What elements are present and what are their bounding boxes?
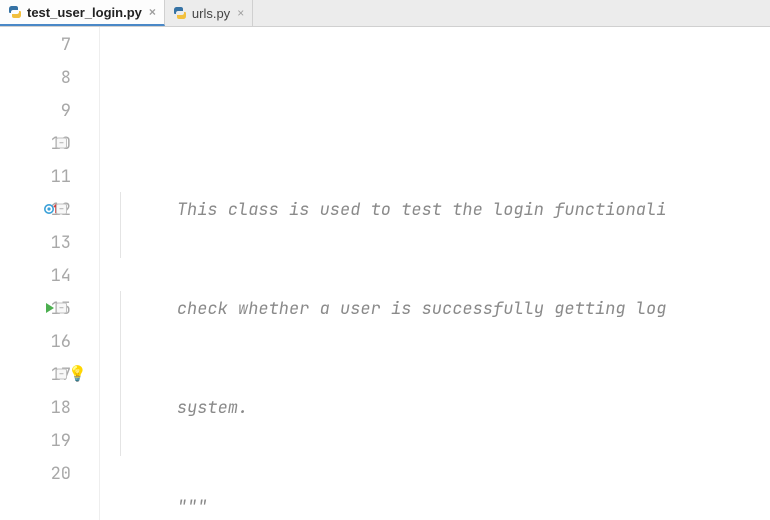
code-line: check whether a user is successfully get… (136, 293, 770, 326)
line-number: 19 (0, 423, 71, 456)
line-number: 16 (0, 324, 71, 357)
tab-urls[interactable]: urls.py × (165, 0, 253, 26)
line-number: 8 (0, 60, 71, 93)
python-file-icon (8, 5, 22, 19)
fold-icon[interactable]: – (56, 137, 67, 148)
code-line: system. (136, 392, 770, 425)
tab-bar: test_user_login.py × urls.py × (0, 0, 770, 27)
line-number: 12 – (0, 192, 71, 225)
code-line: This class is used to test the login fun… (136, 194, 770, 227)
fold-icon[interactable]: – (56, 368, 67, 379)
line-number: 15 – (0, 291, 71, 324)
gutter: 7 8 9 10 – 11 12 – 13 14 15 – 16 17 – 💡 … (0, 27, 100, 520)
line-number: 7 (0, 27, 71, 60)
tab-label: test_user_login.py (27, 5, 142, 20)
line-number: 20 (0, 456, 71, 489)
run-test-icon[interactable] (44, 302, 56, 314)
line-number: 11 (0, 159, 71, 192)
close-icon[interactable]: × (235, 7, 246, 19)
line-number: 10 – (0, 126, 71, 159)
python-file-icon (173, 6, 187, 20)
line-number: 17 – 💡 (0, 357, 71, 390)
tab-label: urls.py (192, 6, 230, 21)
indent-guide (120, 291, 121, 456)
tab-test-user-login[interactable]: test_user_login.py × (0, 0, 165, 26)
fold-icon[interactable]: – (56, 203, 67, 214)
line-number: 9 (0, 93, 71, 126)
line-number: 13 (0, 225, 71, 258)
code-area[interactable]: This class is used to test the login fun… (100, 27, 770, 520)
close-icon[interactable]: × (147, 6, 158, 18)
intention-bulb-icon[interactable]: 💡 (68, 357, 87, 390)
code-editor[interactable]: 7 8 9 10 – 11 12 – 13 14 15 – 16 17 – 💡 … (0, 27, 770, 520)
fold-icon[interactable]: – (56, 302, 67, 313)
code-line: """ (136, 491, 770, 520)
line-number: 18 (0, 390, 71, 423)
line-number: 14 (0, 258, 71, 291)
indent-guide (120, 192, 121, 258)
